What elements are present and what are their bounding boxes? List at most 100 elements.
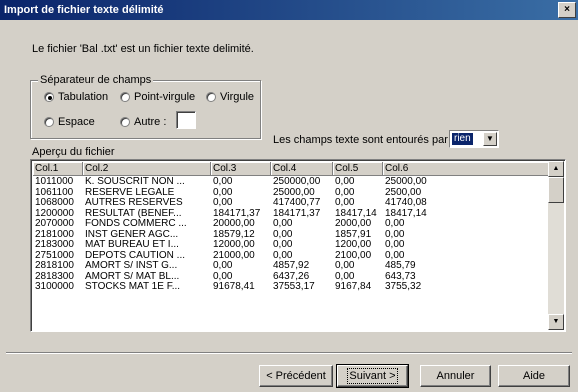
preview-label: Aperçu du fichier [32, 146, 115, 158]
info-text: Le fichier 'Bal .txt' est un fichier tex… [32, 43, 254, 55]
table-row: 1068000 AUTRES RESERVES 0,00 417400,77 0,00 4… [33, 198, 551, 209]
preview-grid[interactable]: Col.1 Col.2 Col.3 Col.4 Col.5 Col.6 1011… [30, 159, 566, 332]
table-cell: 18417,14 [385, 208, 427, 219]
title-bar: Import de fichier texte délimité × [0, 0, 578, 20]
table-cell: 12000,00 [213, 240, 255, 250]
table-cell: 0,00 [213, 198, 233, 208]
qualifier-label: Les champs texte sont entourés par [273, 134, 448, 146]
qualifier-value: rien [452, 133, 473, 145]
table-cell: 4857,92 [273, 261, 310, 271]
scroll-up-icon[interactable]: ▲ [548, 161, 564, 177]
table-cell: 6437,26 [273, 271, 310, 282]
table-cell: 2070000 [35, 219, 74, 229]
next-button-label: Suivant > [347, 368, 398, 384]
table-cell: 9167,84 [335, 282, 372, 292]
radio-icon [44, 117, 54, 127]
table-cell: 0,00 [335, 177, 355, 187]
table-row: 1011000 K. SOUSCRIT NON ... 0,00 250000,00 0… [33, 177, 551, 188]
table-cell: 2100,00 [335, 250, 372, 261]
table-cell: 0,00 [213, 187, 233, 198]
vertical-scrollbar[interactable]: ▲ ▼ [548, 161, 564, 330]
table-cell: 3755,32 [385, 282, 422, 292]
radio-virgule[interactable]: Virgule [206, 91, 254, 103]
table-cell: STOCKS MAT 1E F... [85, 282, 181, 292]
table-row: 2818100 AMORT S/ INST G... 0,00 4857,92 0,00… [33, 261, 551, 272]
table-cell: AMORT S/ INST G... [85, 261, 178, 271]
radio-tabulation[interactable]: Tabulation [44, 91, 108, 103]
table-cell: 643,73 [385, 271, 416, 282]
preview-header: Col.1 Col.2 Col.3 Col.4 Col.5 Col.6 [33, 162, 551, 176]
radio-virgule-label: Virgule [220, 91, 255, 103]
table-row: 1061100 RESERVE LEGALE 0,00 25000,00 0,00 250… [33, 188, 551, 199]
table-cell: 0,00 [385, 229, 405, 240]
column-header[interactable]: Col.6 [383, 162, 551, 176]
table-cell: FONDS COMMERC ... [85, 219, 187, 229]
table-cell: 2818100 [35, 261, 74, 271]
table-cell: 25000,00 [385, 177, 427, 187]
table-cell: 2183000 [35, 240, 74, 250]
table-row: 2818300 AMORT S/ MAT BL... 0,00 6437,26 0,00… [33, 272, 551, 283]
previous-button[interactable]: < Précédent [259, 365, 333, 387]
radio-espace[interactable]: Espace [44, 116, 95, 128]
separator-line [6, 352, 572, 354]
table-row: 2751000 DEPOTS CAUTION ... 21000,00 0,00 210… [33, 251, 551, 262]
table-cell: AUTRES RESERVES [85, 198, 183, 208]
radio-selected-icon [44, 92, 54, 102]
radio-autre-label: Autre : [134, 116, 167, 128]
table-cell: 25000,00 [273, 187, 315, 198]
table-cell: 184171,37 [213, 208, 261, 219]
preview-rows: 1011000 K. SOUSCRIT NON ... 0,00 250000,00 0… [33, 177, 551, 293]
table-cell: 1061100 [35, 187, 74, 198]
qualifier-select[interactable]: rien ▼ [449, 130, 499, 148]
column-header[interactable]: Col.3 [211, 162, 271, 176]
next-button[interactable]: Suivant > [336, 364, 409, 388]
table-cell: 0,00 [273, 219, 293, 229]
radio-point-virgule[interactable]: Point-virgule [120, 91, 195, 103]
radio-icon [206, 92, 216, 102]
column-header[interactable]: Col.4 [271, 162, 333, 176]
table-cell: 0,00 [385, 250, 405, 261]
table-cell: 0,00 [213, 261, 233, 271]
separator-legend: Séparateur de champs [38, 74, 154, 86]
column-header[interactable]: Col.1 [33, 162, 83, 176]
table-cell: RESERVE LEGALE [85, 187, 175, 198]
table-cell: 1200,00 [335, 240, 372, 250]
table-row: 1200000 RESULTAT (BENEF... 184171,37 184171… [33, 209, 551, 220]
table-cell: 1200000 [35, 208, 74, 219]
table-cell: 0,00 [335, 261, 355, 271]
autre-input[interactable] [176, 111, 196, 129]
table-cell: 2181000 [35, 229, 74, 240]
scroll-down-icon[interactable]: ▼ [548, 314, 564, 330]
table-cell: 41740,08 [385, 198, 427, 208]
radio-espace-label: Espace [58, 116, 95, 128]
table-cell: 417400,77 [273, 198, 321, 208]
table-cell: 2500,00 [385, 187, 422, 198]
radio-autre[interactable]: Autre : [120, 116, 166, 128]
table-cell: DEPOTS CAUTION ... [85, 250, 186, 261]
column-header[interactable]: Col.5 [333, 162, 383, 176]
table-cell: MAT BUREAU ET I... [85, 240, 179, 250]
cancel-button[interactable]: Annuler [420, 365, 491, 387]
table-cell: 0,00 [213, 177, 233, 187]
table-cell: 0,00 [335, 271, 355, 282]
table-cell: 18417,14 [335, 208, 377, 219]
table-cell: 91678,41 [213, 282, 255, 292]
table-cell: 485,79 [385, 261, 416, 271]
table-cell: 0,00 [385, 219, 405, 229]
table-cell: 0,00 [385, 240, 405, 250]
table-cell: AMORT S/ MAT BL... [85, 271, 180, 282]
radio-icon [120, 92, 130, 102]
scroll-thumb[interactable] [548, 177, 564, 203]
table-cell: 2000,00 [335, 219, 372, 229]
help-button[interactable]: Aide [498, 365, 570, 387]
table-cell: 1011000 [35, 177, 74, 187]
chevron-down-icon[interactable]: ▼ [483, 132, 497, 146]
table-row: 2181000 INST GENER AGC... 18579,12 0,00 1857… [33, 230, 551, 241]
close-icon[interactable]: × [558, 2, 576, 18]
table-cell: 0,00 [273, 240, 293, 250]
table-cell: 0,00 [335, 198, 355, 208]
column-header[interactable]: Col.2 [83, 162, 211, 176]
table-cell: 18579,12 [213, 229, 255, 240]
table-cell: 37553,17 [273, 282, 315, 292]
table-cell: 2751000 [35, 250, 74, 261]
